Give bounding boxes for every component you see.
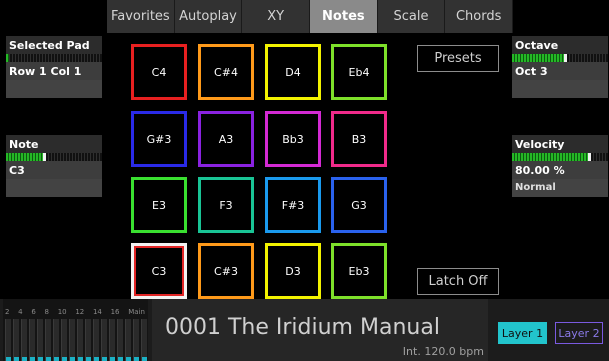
tab-favorites[interactable]: Favorites: [107, 0, 175, 33]
pad-c4[interactable]: C4: [131, 44, 187, 100]
pad-b3[interactable]: B3: [331, 111, 387, 167]
mixer-channel-strip[interactable]: [61, 319, 67, 361]
song-tempo: Int. 120.0 bpm: [402, 345, 484, 358]
tab-notes[interactable]: Notes: [310, 0, 378, 33]
latch-button[interactable]: Latch Off: [417, 268, 499, 295]
octave-value[interactable]: Oct 3: [512, 62, 608, 80]
mixer-channel-strip[interactable]: [69, 319, 75, 361]
selected-pad-value[interactable]: Row 1 Col 1: [6, 62, 102, 80]
pad-e3[interactable]: E3: [131, 177, 187, 233]
right-panel: Octave Oct 3 Velocity 80.00 % Normal: [512, 36, 608, 290]
tab-xy[interactable]: XY: [242, 0, 311, 33]
pad-g3[interactable]: G3: [331, 177, 387, 233]
left-panel: Selected Pad Row 1 Col 1 Note C3: [6, 36, 102, 290]
note-label: Note: [6, 135, 102, 153]
layer-2-button[interactable]: Layer 2: [555, 322, 603, 344]
mixer-channel-strip[interactable]: [5, 319, 11, 361]
mixer-channel-label: 6: [31, 308, 36, 316]
mixer-channel-labels: 2 4 6 8 10 12 14 16 Main: [5, 308, 145, 316]
tab-bar: Favorites Autoplay XY Notes Scale Chords: [107, 0, 514, 33]
mixer-channel-label: 10: [57, 308, 67, 316]
velocity-value[interactable]: 80.00 %: [512, 161, 608, 179]
tab-autoplay[interactable]: Autoplay: [174, 0, 243, 33]
mixer-channel-strip[interactable]: [141, 319, 147, 361]
bottom-bar: 2 4 6 8 10 12 14 16 Main 0001 The Iridium Manual…: [0, 299, 609, 361]
selected-pad-knob-meter[interactable]: [6, 54, 102, 62]
tab-scale[interactable]: Scale: [377, 0, 446, 33]
mixer-channel-strip[interactable]: [45, 319, 51, 361]
mixer-channel-strip[interactable]: [93, 319, 99, 361]
mixer-channel-strip[interactable]: [77, 319, 83, 361]
pad-f3[interactable]: F3: [198, 177, 254, 233]
mixer-channel-label: 12: [75, 308, 85, 316]
mixer-channel-label: 8: [44, 308, 49, 316]
pad-csharp4[interactable]: C#4: [198, 44, 254, 100]
mixer-channel-label: 16: [110, 308, 120, 316]
mixer-channel-strip[interactable]: [13, 319, 19, 361]
pad-c3[interactable]: C3: [131, 243, 187, 299]
velocity-knob-meter[interactable]: [512, 153, 608, 161]
pad-bb3[interactable]: Bb3: [265, 111, 321, 167]
octave-knob-meter[interactable]: [512, 54, 608, 62]
mixer-channel-strip[interactable]: [125, 319, 131, 361]
mixer-channel-label: 14: [92, 308, 102, 316]
pad-csharp3[interactable]: C#3: [198, 243, 254, 299]
mixer-channel-strip[interactable]: [85, 319, 91, 361]
song-title: 0001 The Iridium Manual: [165, 315, 440, 340]
note-sub: [6, 179, 102, 197]
mixer-channel-strip[interactable]: [117, 319, 123, 361]
octave-label: Octave: [512, 36, 608, 54]
mixer-channel-label: 2: [5, 308, 10, 316]
octave-sub: [512, 80, 608, 98]
song-panel[interactable]: 0001 The Iridium Manual Int. 120.0 bpm: [152, 299, 488, 361]
selected-pad-sub: [6, 80, 102, 98]
mixer-channel-strip[interactable]: [53, 319, 59, 361]
mixer-channel-strip[interactable]: [109, 319, 115, 361]
velocity-label: Velocity: [512, 135, 608, 153]
velocity-mode: Normal: [512, 179, 608, 197]
pad-fsharp3[interactable]: F#3: [265, 177, 321, 233]
pad-gsharp3[interactable]: G#3: [131, 111, 187, 167]
mixer-channel-label: 4: [18, 308, 23, 316]
mixer-overview[interactable]: 2 4 6 8 10 12 14 16 Main: [3, 299, 148, 361]
pad-d3[interactable]: D3: [265, 243, 321, 299]
pad-d4[interactable]: D4: [265, 44, 321, 100]
mixer-channel-strip[interactable]: [21, 319, 27, 361]
layer-1-button[interactable]: Layer 1: [498, 322, 547, 344]
mixer-channel-strip[interactable]: [37, 319, 43, 361]
mixer-channel-label: Main: [128, 308, 145, 316]
note-value[interactable]: C3: [6, 161, 102, 179]
mixer-channel-strip[interactable]: [29, 319, 35, 361]
pad-eb3[interactable]: Eb3: [331, 243, 387, 299]
mixer-channel-strip[interactable]: [101, 319, 107, 361]
presets-button[interactable]: Presets: [417, 45, 499, 72]
pad-eb4[interactable]: Eb4: [331, 44, 387, 100]
tab-chords[interactable]: Chords: [445, 0, 514, 33]
selected-pad-label: Selected Pad: [6, 36, 102, 54]
mixer-channel-strip[interactable]: [133, 319, 139, 361]
pad-a3[interactable]: A3: [198, 111, 254, 167]
note-knob-meter[interactable]: [6, 153, 102, 161]
